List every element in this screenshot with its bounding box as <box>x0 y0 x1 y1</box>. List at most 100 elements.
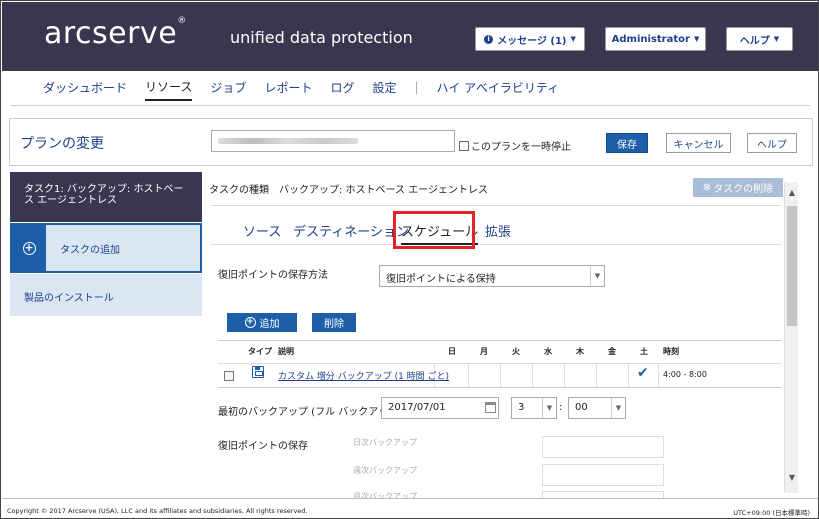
nav-settings[interactable]: 設定 <box>372 75 396 100</box>
first-backup-label: 最初のバックアップ (フル バックアップ) <box>218 407 403 418</box>
plan-name-input[interactable] <box>211 130 455 152</box>
daily-backup-input[interactable] <box>542 436 664 458</box>
retention-method-label: 復旧ポイントの保存方法 <box>218 270 328 281</box>
delete-task-label: タスクの削除 <box>713 184 774 195</box>
nav-reports[interactable]: レポート <box>264 75 312 100</box>
task-tabs: ソース デスティネーション スケジュール 拡張 <box>211 211 781 249</box>
tab-advanced[interactable]: 拡張 <box>485 221 511 240</box>
col-time: 時刻 <box>663 347 679 356</box>
daily-backup-label: 日次バックアップ <box>353 438 417 447</box>
col-divider <box>628 363 629 387</box>
plus-icon: + <box>244 317 256 328</box>
retention-label: 復旧ポイントの保存 <box>218 441 308 452</box>
retention-method-value: 復旧ポイントによる保持 <box>386 274 496 285</box>
col-divider <box>658 363 659 387</box>
col-wed: 水 <box>544 347 552 356</box>
chevron-down-icon: ▼ <box>590 266 604 286</box>
add-schedule-button[interactable]: + 追加 <box>227 313 297 332</box>
minute-value: 00 <box>575 402 588 413</box>
tab-source[interactable]: ソース <box>243 221 281 240</box>
calendar-icon[interactable] <box>485 402 496 413</box>
weekly-backup-label: 週次バックアップ <box>353 466 417 475</box>
messages-label: メッセージ (1) <box>497 35 567 47</box>
nav-jobs[interactable]: ジョブ <box>210 75 246 100</box>
app-window: arcserve® unified data protection i メッセー… <box>0 0 819 519</box>
redacted-plan-name <box>218 138 358 144</box>
add-task-button[interactable]: + タスクの追加 <box>10 223 202 273</box>
footer-divider <box>2 498 818 499</box>
messages-button[interactable]: i メッセージ (1) ▼ <box>475 27 585 51</box>
col-sat: 土 <box>640 347 648 356</box>
chevron-down-icon: ▼ <box>773 35 780 43</box>
sidebar-item-task1[interactable]: タスク1: バックアップ: ホストベース エージェントレス <box>10 172 202 222</box>
user-label: Administrator <box>611 33 690 45</box>
sidebar-item-install[interactable]: 製品のインストール <box>10 274 202 316</box>
vertical-scrollbar[interactable]: ▲ ▼ <box>784 182 798 493</box>
hour-select[interactable]: 3 ▼ <box>511 397 557 419</box>
info-icon: i <box>484 34 494 44</box>
schedule-table: タイプ 説明 日 月 火 水 木 金 土 時刻 カスタム 増分 バックアップ (… <box>218 340 781 388</box>
save-button[interactable]: 保存 <box>606 133 648 153</box>
close-circle-icon: ⊗ <box>702 182 712 193</box>
first-backup-date-input[interactable]: 2017/07/01 <box>381 397 499 419</box>
help-label: ヘルプ <box>739 35 770 47</box>
nav-dashboard[interactable]: ダッシュボード <box>43 75 127 100</box>
user-menu-button[interactable]: Administrator ▼ <box>605 27 706 51</box>
monthly-backup-label: 月次バックアップ <box>353 492 417 498</box>
schedule-description-link[interactable]: カスタム 増分 バックアップ (1 時間 ごと) <box>278 369 449 382</box>
help-button[interactable]: ヘルプ <box>747 133 797 153</box>
delete-schedule-button[interactable]: 削除 <box>312 313 356 332</box>
copyright: Copyright © 2017 Arcserve (USA), LLC and… <box>7 507 308 515</box>
col-divider <box>500 363 501 387</box>
app-header: arcserve® unified data protection i メッセー… <box>2 2 818 71</box>
delete-task-button[interactable]: ⊗ タスクの削除 <box>693 178 783 197</box>
weekly-backup-input[interactable] <box>542 464 664 486</box>
col-fri: 金 <box>608 347 616 356</box>
backup-type-icon <box>252 366 264 378</box>
add-schedule-label: 追加 <box>259 319 280 330</box>
monthly-backup-input[interactable] <box>542 491 664 498</box>
chevron-down-icon: ▼ <box>693 35 700 43</box>
tab-destination[interactable]: デスティネーション <box>293 221 409 240</box>
cancel-button[interactable]: キャンセル <box>666 133 731 153</box>
schedule-row-checkbox[interactable] <box>224 371 234 381</box>
col-mon: 月 <box>480 347 488 356</box>
add-icon-box: + <box>12 225 46 271</box>
plan-toolbar: プランの変更 このプランを一時停止 保存 キャンセル ヘルプ <box>9 118 813 166</box>
logo-mark: ® <box>177 16 187 26</box>
scroll-up-icon[interactable]: ▲ <box>785 186 799 200</box>
nav-logs[interactable]: ログ <box>330 75 354 100</box>
retention-method-select[interactable]: 復旧ポイントによる保持 ▼ <box>379 265 605 287</box>
nav-resources[interactable]: リソース <box>145 74 193 101</box>
pause-plan-toggle[interactable]: このプランを一時停止 <box>459 138 571 153</box>
pause-plan-checkbox[interactable] <box>459 140 469 151</box>
main-nav: ダッシュボード リソース ジョブ レポート ログ 設定 | ハイ アベイラビリテ… <box>43 73 577 101</box>
highlight-box <box>393 211 475 249</box>
install-label: 製品のインストール <box>24 293 114 304</box>
arcserve-logo: arcserve® <box>44 16 187 51</box>
product-name: unified data protection <box>230 28 413 47</box>
nav-separator: | <box>414 80 419 94</box>
col-thu: 木 <box>576 347 584 356</box>
table-bottom-border <box>218 387 781 388</box>
schedule-time: 4:00 - 8:00 <box>663 370 707 379</box>
scroll-down-icon[interactable]: ▼ <box>785 471 799 485</box>
col-sun: 日 <box>448 347 456 356</box>
add-task-label: タスクの追加 <box>60 244 120 256</box>
minute-select[interactable]: 00 ▼ <box>568 397 626 419</box>
task-type-label: タスクの種類 バックアップ: ホストベース エージェントレス <box>209 185 489 196</box>
hour-value: 3 <box>518 402 525 413</box>
col-divider <box>564 363 565 387</box>
scroll-thumb[interactable] <box>787 206 797 326</box>
pause-plan-label: このプランを一時停止 <box>471 142 571 153</box>
chevron-down-icon: ▼ <box>611 398 625 418</box>
col-divider <box>596 363 597 387</box>
col-divider <box>532 363 533 387</box>
page-title: プランの変更 <box>20 136 104 152</box>
logo-text: arcserve <box>44 16 178 51</box>
task1-label: タスク1: バックアップ: ホストベース エージェントレス <box>24 184 184 206</box>
help-menu-button[interactable]: ヘルプ ▼ <box>726 27 793 51</box>
timezone: UTC+09:00 (日本標準時) <box>733 509 810 517</box>
nav-high-availability[interactable]: ハイ アベイラビリティ <box>437 75 560 100</box>
col-divider <box>468 363 469 387</box>
